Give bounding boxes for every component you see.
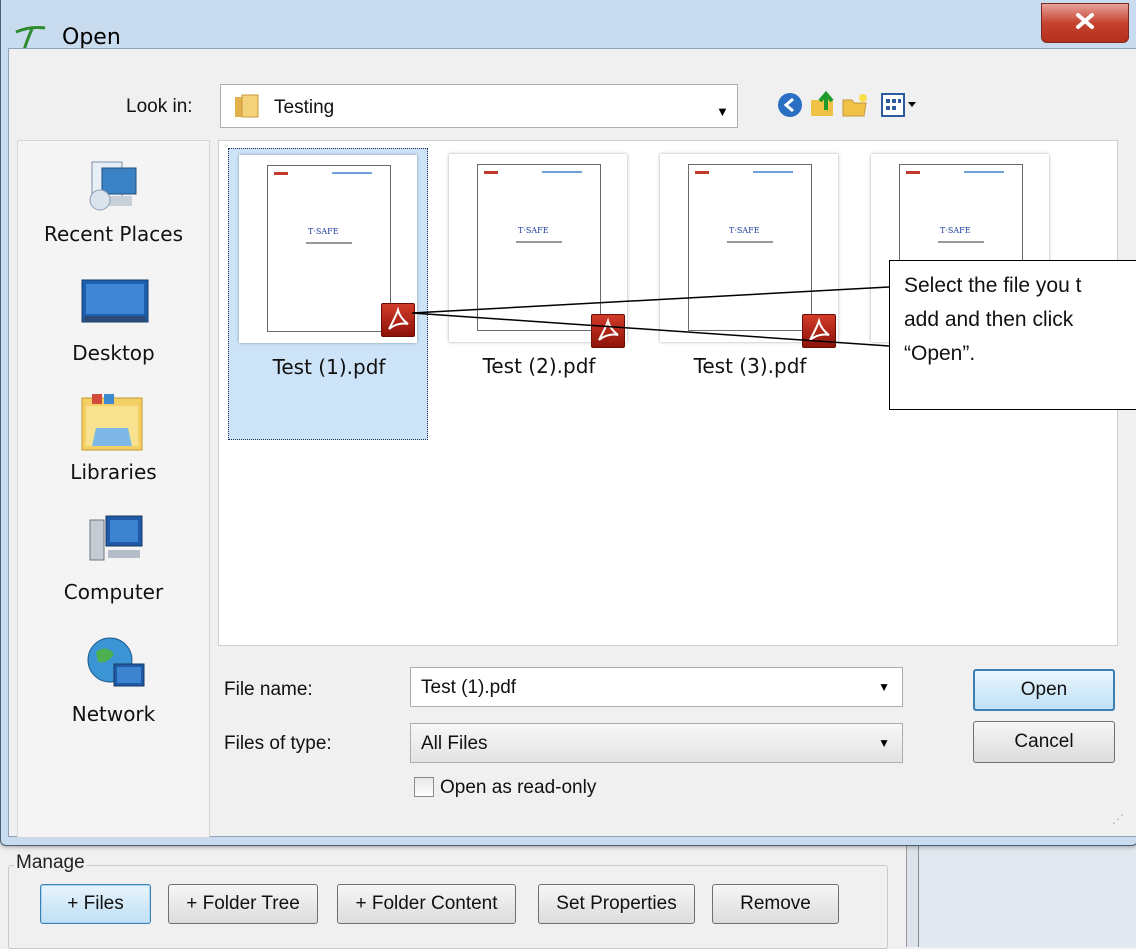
file-name-value: Test (1).pdf	[421, 677, 517, 698]
callout-pointer	[411, 286, 890, 347]
resize-grip-icon[interactable]: ⋰	[1112, 812, 1124, 826]
cancel-button[interactable]: Cancel	[973, 721, 1115, 763]
chevron-down-icon[interactable]: ▼	[878, 680, 890, 694]
chevron-down-icon[interactable]: ▼	[878, 736, 890, 750]
file-name-input[interactable]: Test (1).pdf ▼	[410, 667, 903, 707]
file-type-label: Files of type:	[224, 733, 332, 754]
file-type-dropdown[interactable]: All Files ▼	[410, 723, 903, 763]
file-name-label: File name:	[224, 679, 313, 700]
callout-line: add and then click	[904, 308, 1074, 331]
read-only-checkbox[interactable]	[414, 777, 434, 797]
callout-line: “Open”.	[904, 342, 976, 365]
callout-annotation: Select the file you t add and then click…	[889, 260, 1136, 410]
open-button[interactable]: Open	[973, 669, 1115, 711]
file-type-value: All Files	[421, 733, 488, 754]
read-only-label[interactable]: Open as read-only	[440, 777, 596, 799]
callout-line: Select the file you t	[904, 274, 1082, 297]
